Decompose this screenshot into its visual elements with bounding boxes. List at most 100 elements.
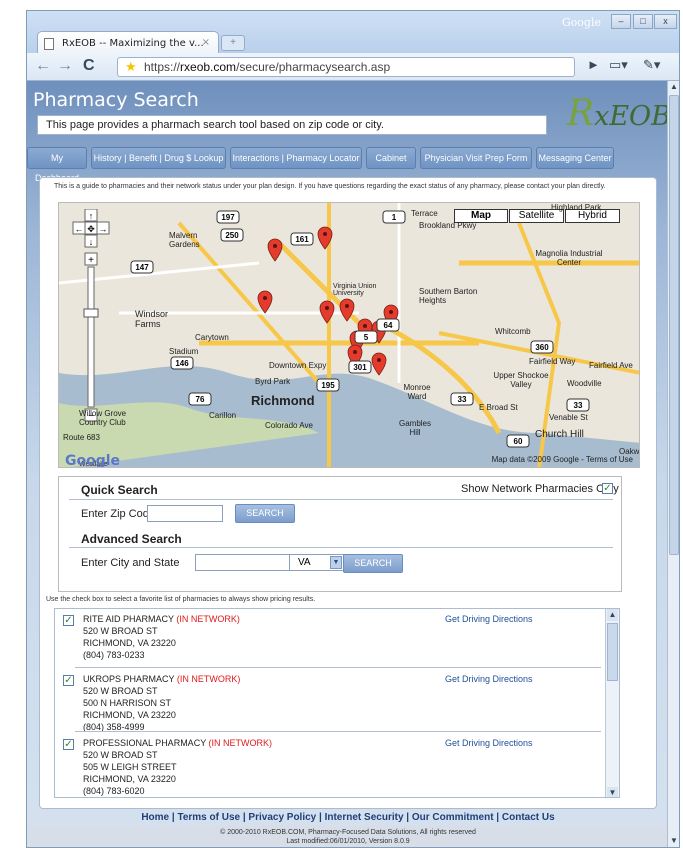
browser-window: RxEOB -- Maximizing the v... × + Google … <box>26 10 680 848</box>
marker-dot <box>377 358 381 362</box>
minimize-button[interactable]: – <box>611 14 631 29</box>
footer-links[interactable]: Home | Terms of Use | Privacy Policy | I… <box>27 812 669 823</box>
go-icon[interactable]: ► <box>587 57 600 72</box>
url-host: rxeob.com <box>180 60 237 74</box>
browser-tab[interactable]: RxEOB -- Maximizing the v... × <box>37 31 219 55</box>
google-map-logo[interactable]: Google <box>65 453 120 467</box>
driving-directions-link[interactable]: Get Driving Directions <box>445 737 533 749</box>
page-scroll-thumb[interactable] <box>669 95 679 555</box>
driving-directions-link[interactable]: Get Driving Directions <box>445 673 533 685</box>
tab-title: RxEOB -- Maximizing the v... <box>62 38 204 49</box>
page-menu-icon[interactable]: ▭▾ <box>609 57 628 73</box>
reload-icon[interactable]: C <box>83 58 95 74</box>
nav-my-dashboard[interactable]: My Dashboard <box>27 147 87 183</box>
zoom-control[interactable]: ↑ ← ✥ → ↓ + − <box>71 208 111 429</box>
main-nav: My Dashboard History | Benefit | Drug $ … <box>27 147 669 183</box>
nav-history-benefit[interactable]: History | Benefit | Drug $ Lookup <box>91 147 226 169</box>
map-label: Windsor Farms <box>135 309 169 329</box>
map-label: Venable St <box>549 413 588 422</box>
svg-text:147: 147 <box>135 263 149 272</box>
intro-box: This page provides a pharmach search too… <box>37 115 547 135</box>
tools-menu-icon[interactable]: ✎▾ <box>643 57 660 73</box>
scroll-up-icon[interactable]: ▲ <box>607 609 618 621</box>
zip-search-button[interactable]: SEARCH <box>235 504 295 523</box>
favorite-checkbox[interactable]: ✓ <box>63 739 74 750</box>
url-scheme: https:// <box>144 60 181 74</box>
new-tab-button[interactable]: + <box>221 35 245 51</box>
map-label: Upper Shockoe Valley <box>493 371 549 389</box>
map-label: Byrd Park <box>255 377 291 386</box>
map-label: Whitcomb <box>495 327 531 336</box>
map-label: Malvern Gardens <box>169 231 200 249</box>
nav-cabinet[interactable]: Cabinet <box>366 147 416 169</box>
route-shield: 33 <box>450 392 474 406</box>
results-scroll-thumb[interactable] <box>607 623 618 681</box>
zip-input[interactable] <box>147 505 223 522</box>
map-label: Carytown <box>195 333 229 342</box>
url-path: /secure/pharmacysearch.asp <box>236 60 391 74</box>
svg-text:5: 5 <box>364 333 369 342</box>
google-label: Google <box>561 16 601 29</box>
quick-search-title: Quick Search <box>81 483 158 497</box>
close-window-button[interactable]: x <box>654 14 677 29</box>
address-bar[interactable]: ★ https://rxeob.com/secure/pharmacysearc… <box>117 57 575 77</box>
page-scroll-down-icon[interactable]: ▼ <box>669 836 679 847</box>
map-label: Downtown Expy <box>269 361 327 370</box>
pharmacy-name: RITE AID PHARMACY <box>83 614 174 624</box>
svg-text:33: 33 <box>574 401 583 410</box>
maximize-button[interactable]: □ <box>633 14 653 29</box>
map-label: E Broad St <box>479 403 518 412</box>
svg-text:161: 161 <box>295 235 309 244</box>
network-status: (IN NETWORK) <box>176 674 241 684</box>
bookmark-star-icon[interactable]: ★ <box>125 59 137 75</box>
map-label: Richmond <box>251 393 315 408</box>
map-label: Carillon <box>209 411 237 420</box>
favorite-checkbox[interactable]: ✓ <box>63 615 74 626</box>
nav-messaging-center[interactable]: Messaging Center <box>536 147 614 169</box>
page-icon <box>44 38 54 50</box>
state-select[interactable]: VA ▼ <box>289 554 345 571</box>
svg-text:197: 197 <box>221 213 235 222</box>
route-shield: 1 <box>382 210 406 224</box>
nav-physician-prep[interactable]: Physician Visit Prep Form <box>420 147 532 169</box>
svg-text:146: 146 <box>175 359 189 368</box>
map-attribution[interactable]: Map data ©2009 Google - Terms of Use <box>492 455 633 464</box>
city-search-button[interactable]: SEARCH <box>343 554 403 573</box>
svg-text:33: 33 <box>458 395 467 404</box>
scroll-down-icon[interactable]: ▼ <box>607 787 618 797</box>
pharmacy-map[interactable]: 197 250 161 1 33 147 195 76 146 360 64 5 301 60 33 ↑ ←… <box>58 202 640 468</box>
driving-directions-link[interactable]: Get Driving Directions <box>445 613 533 625</box>
svg-text:+: + <box>88 255 94 266</box>
marker-dot <box>325 306 329 310</box>
route-shield: 161 <box>290 232 314 246</box>
pharmacy-address: 520 W BROAD ST RICHMOND, VA 23220 (804) 78… <box>83 626 176 660</box>
rxeob-logo[interactable]: RxEOB <box>567 93 669 134</box>
marker-dot <box>363 324 367 328</box>
city-state-label: Enter City and State <box>81 557 180 569</box>
map-label: Willow Grove Country Club <box>79 409 127 427</box>
copyright: © 2000-2010 RxEOB.COM, Pharmacy-Focused … <box>27 826 669 847</box>
pharmacy-name: PROFESSIONAL PHARMACY <box>83 738 207 748</box>
map-label: Monroe Ward <box>403 383 431 401</box>
zip-label: Enter Zip Code <box>81 508 155 520</box>
search-section: Quick Search Show Network Pharmacies Onl… <box>58 476 622 592</box>
nav-interactions-locator[interactable]: Interactions | Pharmacy Locator <box>230 147 362 169</box>
svg-text:→: → <box>99 224 108 234</box>
show-network-checkbox[interactable]: ✓ <box>602 483 613 494</box>
page-scroll-up-icon[interactable]: ▲ <box>669 82 679 94</box>
route-shield: 147 <box>130 260 154 274</box>
pharmacy-results: ✓ RITE AID PHARMACY (IN NETWORK) 520 W B… <box>54 608 620 798</box>
results-scrollbar[interactable]: ▲ ▼ <box>605 609 619 797</box>
svg-text:64: 64 <box>384 321 393 330</box>
svg-text:76: 76 <box>196 395 205 404</box>
route-shield: 33 <box>566 398 590 412</box>
close-tab-icon[interactable]: × <box>202 37 210 48</box>
svg-text:60: 60 <box>514 437 523 446</box>
route-shield: 301 <box>348 360 372 374</box>
favorite-checkbox[interactable]: ✓ <box>63 675 74 686</box>
forward-icon[interactable]: → <box>57 58 73 74</box>
page-scrollbar[interactable]: ▲ ▼ <box>667 81 679 847</box>
back-icon[interactable]: ← <box>35 58 51 74</box>
browser-toolbar: ← → C ★ https://rxeob.com/secure/pharmac… <box>27 53 679 81</box>
svg-text:↑: ↑ <box>89 211 94 221</box>
